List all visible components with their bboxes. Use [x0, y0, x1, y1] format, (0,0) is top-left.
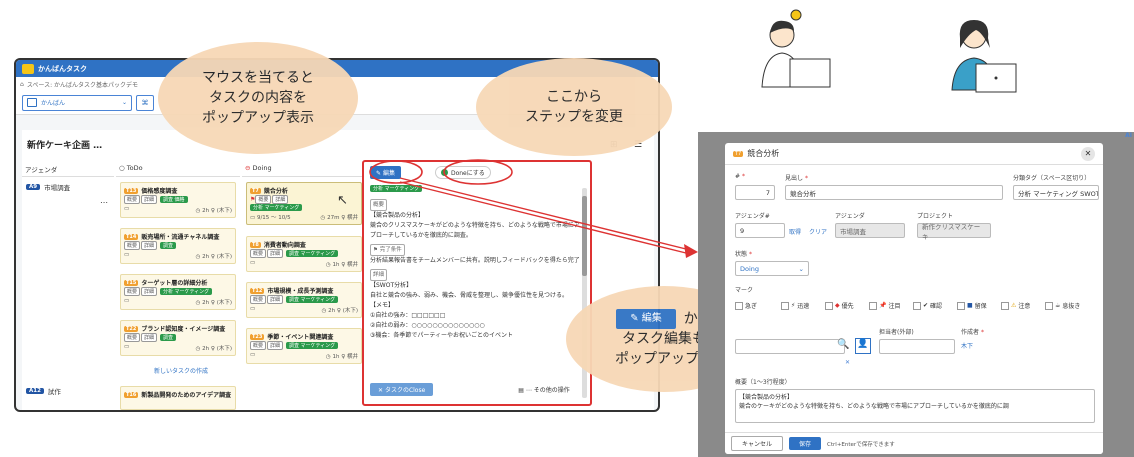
agenda-number-label: アジェンダ# — [735, 213, 770, 220]
mark-label: マーク — [735, 287, 754, 294]
mark-quick-checkbox[interactable]: ⚡ 迅速 — [781, 301, 809, 310]
owner-label: 担当者(外部) — [879, 329, 914, 336]
overview-textarea[interactable]: 【競合製品の分析】 競合のケーキがどのような特徴を持ち、どのような戦略で市場にアプ… — [735, 389, 1095, 423]
save-button[interactable]: 保存 — [789, 437, 822, 450]
mark-hold-checkbox[interactable]: ■ 留保 — [957, 301, 987, 310]
hover-callout: マウスを当てると タスクの内容を ポップアップ表示 — [158, 42, 358, 154]
dialog-title: 競合分析 — [747, 149, 780, 158]
mark-attention-checkbox[interactable]: 📌 注目 — [869, 301, 901, 310]
mark-caution-checkbox[interactable]: ⚠ 注意 — [1001, 301, 1030, 310]
task-edit-dialog: T7 競合分析 ✕ # * 7 見出し * 競合分析 分類タグ（スペース区切り）… — [725, 143, 1103, 454]
agenda-col-label: アジェンダ — [835, 213, 865, 220]
author-value: 木下 — [961, 343, 974, 350]
cancel-button[interactable]: キャンセル — [731, 436, 784, 451]
status-select[interactable]: Doing ⌄ — [735, 261, 809, 276]
mark-priority-checkbox[interactable]: ◆ 優先 — [825, 301, 854, 310]
owner-external-field[interactable] — [879, 339, 955, 354]
owner-input[interactable] — [735, 339, 845, 354]
woman-with-laptop-illustration — [951, 20, 1017, 93]
ai-label: AI — [1125, 132, 1132, 139]
man-with-laptop-illustration — [761, 9, 831, 88]
tag-field[interactable]: 分析 マーケティング SWOT — [1013, 185, 1099, 200]
dialog-task-number: T7 — [733, 150, 744, 157]
close-icon[interactable]: ✕ — [1081, 146, 1095, 161]
dialog-header: T7 競合分析 ✕ — [725, 143, 1103, 165]
user-picker-icon[interactable]: 👤 — [855, 338, 871, 354]
done-highlight-ellipse — [443, 159, 513, 185]
status-label: 状態 * — [735, 251, 752, 258]
project-field: 新作クリスマスケーキ — [917, 223, 991, 241]
mark-confirm-checkbox[interactable]: ✔ 確認 — [913, 301, 942, 310]
edit-highlight-ellipse — [369, 160, 423, 184]
agenda-number-field[interactable]: 9 — [735, 223, 785, 238]
heading-field[interactable]: 競合分析 — [785, 185, 1003, 200]
overview-label: 概要（1〜3行程度） — [735, 379, 791, 386]
author-label: 作成者 * — [961, 329, 984, 336]
number-label: # * — [735, 173, 745, 180]
mark-break-checkbox[interactable]: ☕ 息抜き — [1045, 301, 1080, 310]
dialog-footer: キャンセル 保存 Ctrl+Enterで保存できます — [725, 432, 1103, 454]
search-icon[interactable]: 🔍 — [837, 339, 849, 350]
edit-arrow-line-2 — [399, 181, 691, 255]
mark-urgent-checkbox[interactable]: 急ぎ — [735, 301, 757, 310]
clear-icon[interactable]: ✕ — [845, 359, 850, 366]
get-link[interactable]: 取得 — [789, 227, 801, 236]
chevron-down-icon: ⌄ — [798, 264, 804, 273]
agenda-field: 市場調査 — [835, 223, 905, 238]
project-label: プロジェクト — [917, 213, 954, 220]
number-field[interactable]: 7 — [735, 185, 775, 200]
arrow-head — [684, 244, 698, 258]
heading-label: 見出し * — [785, 175, 808, 182]
clear-link[interactable]: クリア — [809, 227, 827, 236]
step-callout: ここから ステップを変更 — [476, 58, 672, 156]
edit-arrow-line — [399, 177, 691, 251]
edit-button-illustration: ✎ 編集 — [616, 309, 676, 329]
save-hint: Ctrl+Enterで保存できます — [827, 441, 895, 448]
tag-label: 分類タグ（スペース区切り） — [1013, 175, 1091, 182]
